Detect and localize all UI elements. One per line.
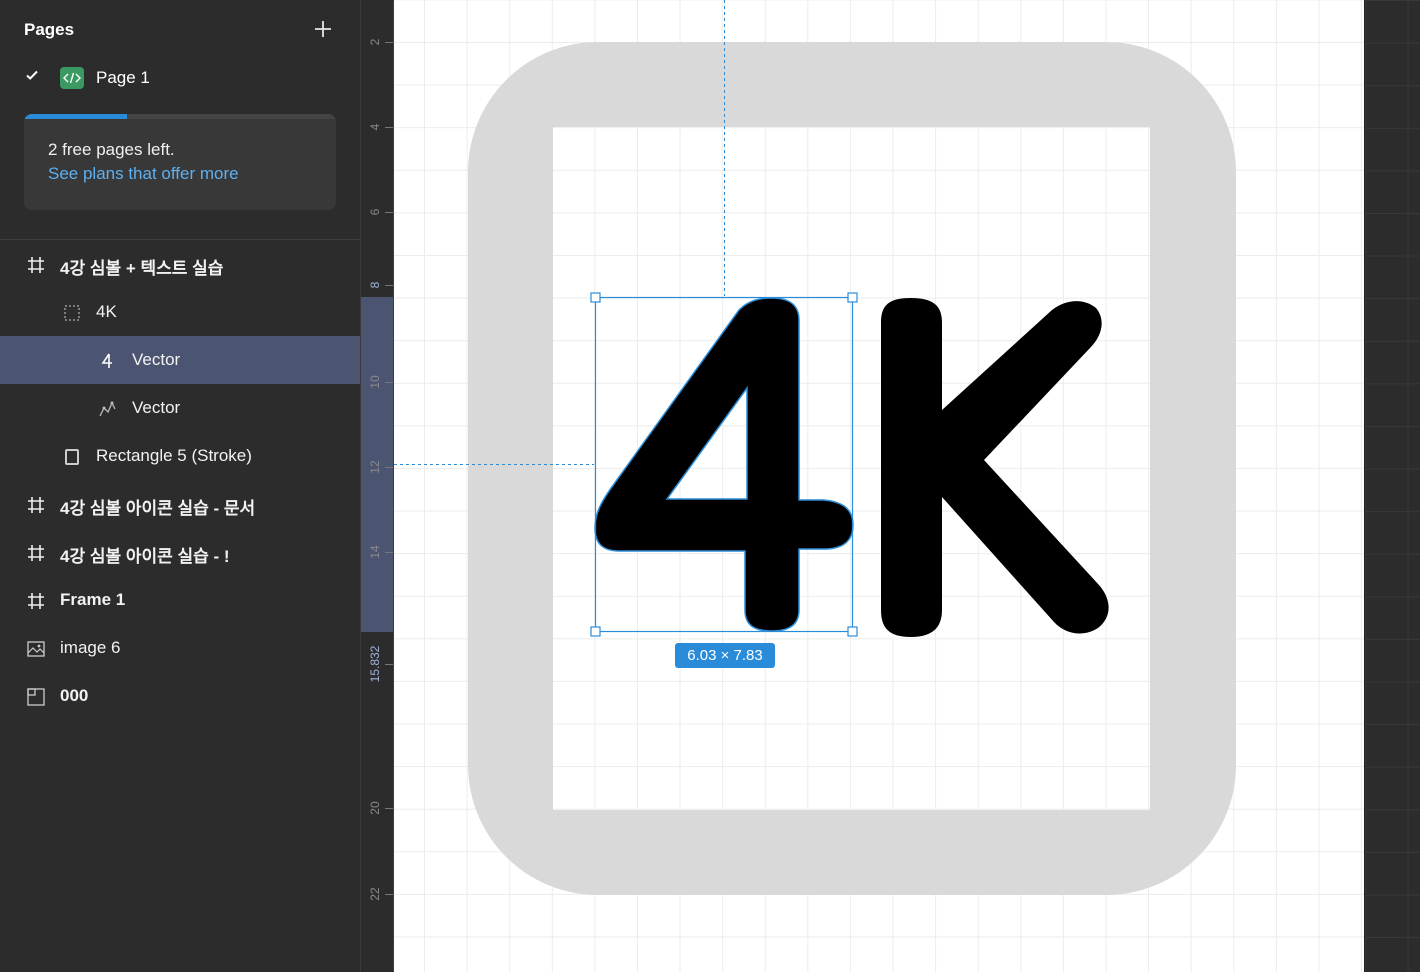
page-item[interactable]: Page 1 [0, 56, 360, 100]
layer-label: 4강 심볼 아이콘 실습 - 문서 [60, 499, 256, 518]
code-page-icon [60, 67, 84, 89]
plus-icon [315, 21, 331, 37]
vector-4-icon [98, 351, 118, 371]
ruler-tick [385, 808, 393, 809]
design-canvas[interactable]: 6.03 × 7.83 [394, 0, 1364, 972]
vector-k-glyph [881, 298, 1109, 637]
page-label: Page 1 [96, 68, 150, 87]
layers-sidebar: Pages Page 1 2 free pages left. See plan… [0, 0, 361, 972]
vector-pen-icon [98, 399, 118, 419]
layer-label: Rectangle 5 (Stroke) [96, 446, 252, 465]
right-panel [1364, 0, 1420, 972]
ruler-label: 6 [368, 208, 382, 216]
layer-item[interactable]: 4강 심볼 + 텍스트 실습 [0, 240, 360, 288]
vector-4-glyph [594, 297, 854, 632]
ruler-tick [385, 664, 393, 665]
ruler-label: 12 [368, 460, 382, 474]
ruler-tick [385, 127, 393, 128]
layer-item[interactable]: image 6 [0, 624, 360, 672]
ruler-label: 4 [368, 123, 382, 131]
ruler-tick [385, 552, 393, 553]
ruler-tick [385, 467, 393, 468]
rectangle-stroke-icon [62, 447, 82, 467]
image-icon [26, 639, 46, 659]
frame-hash-icon [26, 495, 46, 515]
layer-label: 000 [60, 686, 89, 705]
frame-hash-icon [26, 255, 46, 275]
free-pages-card: 2 free pages left. See plans that offer … [24, 114, 336, 210]
layer-item[interactable]: 4K [0, 288, 360, 336]
resize-handle-bottom-right [847, 626, 858, 637]
group-dotted-icon [62, 303, 82, 323]
free-pages-progress-track [24, 114, 336, 119]
check-icon [26, 70, 38, 80]
free-pages-text: 2 free pages left. [48, 140, 175, 159]
canvas-artwork [394, 0, 1236, 895]
layer-item[interactable]: Rectangle 5 (Stroke) [0, 432, 360, 480]
ruler-tick [385, 212, 393, 213]
layer-label: 4강 심볼 아이콘 실습 - ! [60, 547, 230, 566]
layer-item[interactable]: 4강 심볼 아이콘 실습 - ! [0, 528, 360, 576]
ruler-tick [385, 42, 393, 43]
resize-handle-top-left [590, 292, 601, 303]
resize-handle-bottom-left [590, 626, 601, 637]
layer-item[interactable]: Frame 1 [0, 576, 360, 624]
layer-item[interactable]: Vector [0, 336, 360, 384]
dimension-badge: 6.03 × 7.83 [675, 643, 775, 668]
free-pages-progress-fill [24, 114, 127, 119]
layer-label: Vector [132, 398, 181, 417]
vertical-ruler: 2 4 6 8 10 12 14 15.832 20 22 [361, 0, 394, 972]
ruler-label: 14 [368, 545, 382, 559]
frame-hash-icon [26, 591, 46, 611]
ruler-label: 20 [368, 801, 382, 815]
section-icon [26, 687, 46, 707]
pages-header: Pages [24, 20, 75, 39]
ruler-label: 22 [368, 887, 382, 901]
ruler-label: 8 [368, 281, 382, 289]
ruler-label: 15.832 [368, 645, 382, 683]
add-page-button[interactable] [312, 18, 334, 40]
layer-label: Frame 1 [60, 590, 126, 609]
layer-item[interactable]: Vector [0, 384, 360, 432]
layer-label: 4강 심볼 + 텍스트 실습 [60, 259, 224, 278]
ruler-label: 10 [368, 375, 382, 389]
layer-label: 4K [96, 302, 117, 321]
layer-label: image 6 [60, 638, 121, 657]
ruler-tick [385, 382, 393, 383]
layer-label: Vector [132, 350, 181, 369]
layer-item[interactable]: 000 [0, 672, 360, 720]
frame-hash-icon [26, 543, 46, 563]
ruler-tick [385, 285, 393, 286]
ruler-label: 2 [368, 38, 382, 46]
layer-item[interactable]: 4강 심볼 아이콘 실습 - 문서 [0, 480, 360, 528]
see-plans-link[interactable]: See plans that offer more [48, 164, 239, 184]
resize-handle-top-right [847, 292, 858, 303]
ruler-tick [385, 894, 393, 895]
